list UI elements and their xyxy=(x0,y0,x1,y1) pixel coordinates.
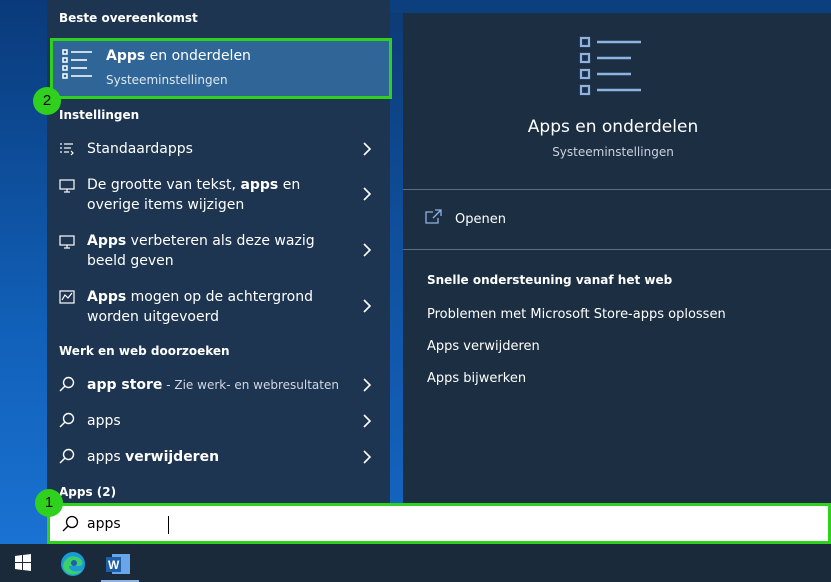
best-match-subtitle: Systeeminstellingen xyxy=(106,73,228,87)
help-link[interactable]: Problemen met Microsoft Store-apps oplos… xyxy=(427,307,726,322)
desktop-background xyxy=(0,0,47,544)
chevron-right-icon xyxy=(362,242,372,258)
chevron-right-icon xyxy=(362,449,372,465)
quick-help-header: Snelle ondersteuning vanaf het web xyxy=(427,273,673,287)
edge-browser-icon[interactable] xyxy=(58,549,88,579)
display-icon xyxy=(59,233,75,249)
web-item-label: apps xyxy=(87,413,121,429)
web-item-apps[interactable]: apps xyxy=(47,404,390,438)
settings-item-label: Standaardapps xyxy=(87,141,193,157)
apps-header: Apps (2) xyxy=(59,485,117,499)
word-app-icon[interactable]: W xyxy=(103,547,137,582)
preview-pane: Apps en onderdelen Systeeminstellingen O… xyxy=(403,13,831,503)
chevron-right-icon xyxy=(362,413,372,429)
settings-header: Instellingen xyxy=(59,108,140,122)
web-item-label: apps verwijderen xyxy=(87,449,220,465)
search-icon xyxy=(59,376,75,392)
settings-item-blurry-apps[interactable]: Apps verbeteren als deze wazig beeld gev… xyxy=(47,224,390,276)
settings-item-standaardapps[interactable]: Standaardapps xyxy=(47,132,390,166)
svg-text:W: W xyxy=(108,558,120,572)
text-caret xyxy=(168,516,169,534)
step-badge-1: 1 xyxy=(35,489,63,517)
apps-list-icon xyxy=(579,35,643,97)
apps-list-icon xyxy=(61,47,95,81)
chevron-right-icon xyxy=(362,298,372,314)
settings-item-label: Apps mogen op de achtergrond worden uitg… xyxy=(87,289,313,325)
step-badge-2: 2 xyxy=(33,87,61,115)
help-link[interactable]: Apps verwijderen xyxy=(427,339,540,354)
divider xyxy=(403,189,831,190)
open-label: Openen xyxy=(455,212,506,227)
open-external-icon xyxy=(425,209,443,225)
chevron-right-icon xyxy=(362,186,372,202)
windows-start-icon[interactable] xyxy=(8,551,38,575)
settings-item-background-apps[interactable]: Apps mogen op de achtergrond worden uitg… xyxy=(47,280,390,332)
default-apps-icon xyxy=(59,141,75,157)
preview-title: Apps en onderdelen xyxy=(527,117,699,137)
settings-item-label: De grootte van tekst, apps en overige it… xyxy=(87,177,301,213)
activity-chart-icon xyxy=(59,289,75,305)
preview-subtitle: Systeeminstellingen xyxy=(552,145,674,159)
settings-item-text-size[interactable]: De grootte van tekst, apps en overige it… xyxy=(47,168,390,220)
best-match-item[interactable]: Apps en onderdelen Systeeminstellingen xyxy=(50,38,392,99)
best-match-title: Apps en onderdelen xyxy=(106,48,251,64)
settings-item-label: Apps verbeteren als deze wazig beeld gev… xyxy=(87,233,315,269)
search-input[interactable] xyxy=(87,513,787,535)
chevron-right-icon xyxy=(362,141,372,157)
web-search-header: Werk en web doorzoeken xyxy=(59,344,230,358)
search-icon xyxy=(59,412,75,428)
search-icon xyxy=(61,515,79,533)
divider xyxy=(403,249,831,250)
web-item-apps-verwijderen[interactable]: apps verwijderen xyxy=(47,440,390,474)
help-link[interactable]: Apps bijwerken xyxy=(427,371,526,386)
desktop-background-top xyxy=(390,0,831,13)
chevron-right-icon xyxy=(362,377,372,393)
display-icon xyxy=(59,177,75,193)
web-item-label: app store - Zie werk- en webresultaten xyxy=(87,377,339,393)
best-match-header: Beste overeenkomst xyxy=(59,11,198,25)
taskbar: W xyxy=(0,544,831,582)
search-icon xyxy=(59,448,75,464)
search-box[interactable] xyxy=(47,503,831,544)
web-item-app-store[interactable]: app store - Zie werk- en webresultaten xyxy=(47,368,390,402)
open-button[interactable]: Openen xyxy=(425,209,605,231)
